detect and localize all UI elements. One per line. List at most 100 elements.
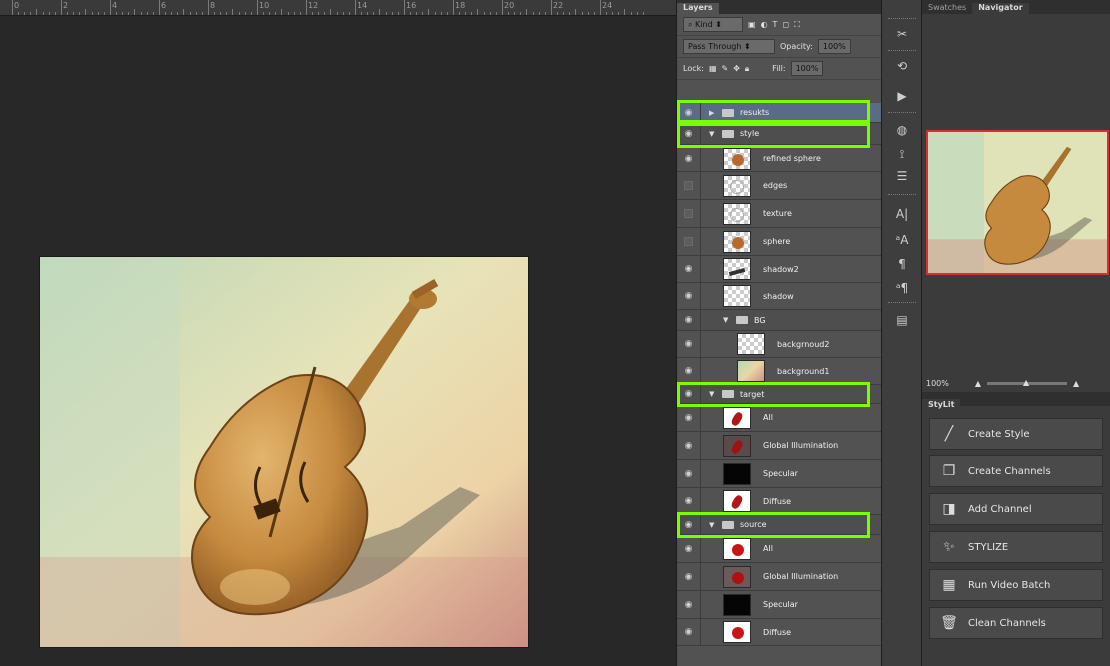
- visibility-off-toggle[interactable]: [677, 200, 701, 227]
- eye-icon[interactable]: ◉: [677, 488, 701, 514]
- layer-thumbnail[interactable]: [723, 258, 751, 280]
- eye-icon[interactable]: ◉: [677, 358, 701, 384]
- eye-icon[interactable]: ◉: [677, 404, 701, 431]
- layer-row[interactable]: ◉ All: [677, 404, 882, 432]
- layer-comps-icon[interactable]: ▤: [890, 312, 914, 328]
- layer-row[interactable]: ◉ Specular: [677, 460, 882, 488]
- zoom-slider-thumb[interactable]: ▲: [1023, 378, 1029, 387]
- character-icon[interactable]: A|: [890, 206, 914, 222]
- eye-icon[interactable]: ◉: [677, 460, 701, 487]
- brush-presets-icon[interactable]: ⟟: [890, 146, 914, 162]
- layer-row[interactable]: ◉ shadow: [677, 283, 882, 310]
- zoom-in-icon[interactable]: ▲: [1073, 379, 1079, 388]
- adjustments-icon[interactable]: ☰: [890, 168, 914, 184]
- opacity-input[interactable]: 100%: [817, 39, 851, 54]
- shape-filter-icon[interactable]: ◻: [782, 20, 789, 29]
- history-icon[interactable]: ⟲: [890, 58, 914, 74]
- layer-thumbnail[interactable]: [723, 174, 751, 197]
- eye-icon[interactable]: ◉: [677, 432, 701, 459]
- eye-icon[interactable]: ◉: [677, 619, 701, 645]
- layer-thumbnail[interactable]: [723, 462, 751, 485]
- ruler-tick: [128, 12, 130, 15]
- navigator-preview[interactable]: [926, 130, 1109, 275]
- type-filter-icon[interactable]: T: [773, 20, 778, 29]
- layer-row[interactable]: edges: [677, 172, 882, 200]
- layer-row[interactable]: sphere: [677, 228, 882, 256]
- eye-icon[interactable]: ◉: [677, 535, 701, 562]
- add-channel-button[interactable]: ◨ Add Channel: [929, 493, 1103, 525]
- layer-row[interactable]: ◉ refined sphere: [677, 146, 882, 172]
- panel-icon-strip: ✂ ⟲ ▶ ◍ ⟟ ☰ A| ᵃA ¶ ᵃ¶ ▤: [881, 0, 921, 666]
- adjustment-filter-icon[interactable]: ◐: [761, 20, 768, 29]
- eye-icon[interactable]: ◉: [677, 563, 701, 590]
- violin-artwork[interactable]: [39, 256, 529, 648]
- ruler-tick: [257, 0, 258, 15]
- tab-stylit[interactable]: StyLit: [922, 399, 961, 413]
- smart-object-filter-icon[interactable]: ⛶: [794, 20, 800, 30]
- layer-row[interactable]: texture: [677, 200, 882, 228]
- lock-transparent-icon[interactable]: ▦: [709, 64, 717, 73]
- layer-group-row[interactable]: ◉ ▼ BG: [677, 310, 882, 331]
- visibility-off-toggle[interactable]: [677, 228, 701, 255]
- lock-position-icon[interactable]: ✥: [733, 64, 740, 73]
- stylize-button[interactable]: ✨︎ STYLIZE: [929, 531, 1103, 563]
- actions-play-icon[interactable]: ▶: [890, 88, 914, 104]
- eye-icon[interactable]: ◉: [677, 591, 701, 618]
- eye-icon[interactable]: ◉: [677, 310, 701, 330]
- tab-layers[interactable]: Layers: [677, 3, 719, 14]
- paragraph-styles-icon[interactable]: ᵃ¶: [890, 280, 914, 296]
- create-channels-button[interactable]: ❐ Create Channels: [929, 455, 1103, 487]
- kind-filter-dropdown[interactable]: ⌕ Kind ⬍: [683, 17, 743, 32]
- eye-icon[interactable]: ◉: [677, 256, 701, 282]
- run-video-batch-button[interactable]: ▦ Run Video Batch: [929, 569, 1103, 601]
- character-styles-icon[interactable]: ᵃA: [890, 232, 914, 248]
- layer-row[interactable]: ◉ Diffuse: [677, 619, 882, 646]
- document-canvas[interactable]: 0 2 4 6 8 10 12 14 16 18 20 22 24: [0, 0, 676, 666]
- paragraph-icon[interactable]: ¶: [890, 256, 914, 272]
- clean-channels-button[interactable]: 🗑︎ Clean Channels: [929, 607, 1103, 639]
- eye-icon[interactable]: ◉: [677, 331, 701, 357]
- layer-thumbnail[interactable]: [723, 434, 751, 457]
- ruler-tick: [177, 12, 179, 15]
- visibility-off-toggle[interactable]: [677, 172, 701, 199]
- layer-thumbnail[interactable]: [723, 406, 751, 429]
- create-style-button[interactable]: ╱ Create Style: [929, 418, 1103, 450]
- layers-panel-header: Layers: [677, 0, 881, 14]
- lock-all-icon[interactable]: 🔒︎: [745, 64, 749, 74]
- lock-pixels-icon[interactable]: ✎: [722, 64, 729, 73]
- layer-thumbnail[interactable]: [737, 360, 765, 382]
- layer-thumbnail[interactable]: [723, 202, 751, 225]
- layer-thumbnail[interactable]: [723, 593, 751, 616]
- image-filter-icon[interactable]: ▣: [748, 20, 756, 29]
- zoom-out-icon[interactable]: ▲: [975, 379, 981, 388]
- collapse-triangle-icon[interactable]: ▼: [723, 316, 733, 324]
- layer-row[interactable]: ◉ Diffuse: [677, 488, 882, 515]
- layer-row[interactable]: ◉ All: [677, 535, 882, 563]
- eye-icon[interactable]: ◉: [677, 283, 701, 309]
- layer-row[interactable]: ◉ shadow2: [677, 256, 882, 283]
- layer-thumbnail[interactable]: [723, 621, 751, 643]
- zoom-slider[interactable]: ▲: [987, 378, 1068, 387]
- layer-thumbnail[interactable]: [737, 333, 765, 355]
- zoom-value[interactable]: 100%: [926, 379, 949, 388]
- layer-row[interactable]: ◉ background1: [677, 358, 882, 385]
- layer-thumbnail[interactable]: [723, 230, 751, 253]
- layer-name: refined sphere: [763, 154, 821, 163]
- ruler-tick: [563, 12, 565, 15]
- layer-thumbnail[interactable]: [723, 147, 751, 170]
- layer-thumbnail[interactable]: [723, 490, 751, 512]
- tab-navigator[interactable]: Navigator: [972, 3, 1029, 14]
- layer-thumbnail[interactable]: [723, 285, 751, 307]
- layer-row[interactable]: ◉ Specular: [677, 591, 882, 619]
- eye-icon[interactable]: ◉: [677, 146, 701, 171]
- color-palette-icon[interactable]: ◍: [890, 122, 914, 138]
- blend-mode-dropdown[interactable]: Pass Through ⬍: [683, 39, 775, 54]
- layer-thumbnail[interactable]: [723, 537, 751, 560]
- layer-row[interactable]: ◉ Global Illumination: [677, 432, 882, 460]
- layer-row[interactable]: ◉ backgrnoud2: [677, 331, 882, 358]
- tab-swatches[interactable]: Swatches: [922, 3, 972, 14]
- fill-input[interactable]: 100%: [790, 61, 824, 76]
- layer-row[interactable]: ◉ Global Illumination: [677, 563, 882, 591]
- layer-thumbnail[interactable]: [723, 565, 751, 588]
- tools-icon[interactable]: ✂: [890, 26, 914, 42]
